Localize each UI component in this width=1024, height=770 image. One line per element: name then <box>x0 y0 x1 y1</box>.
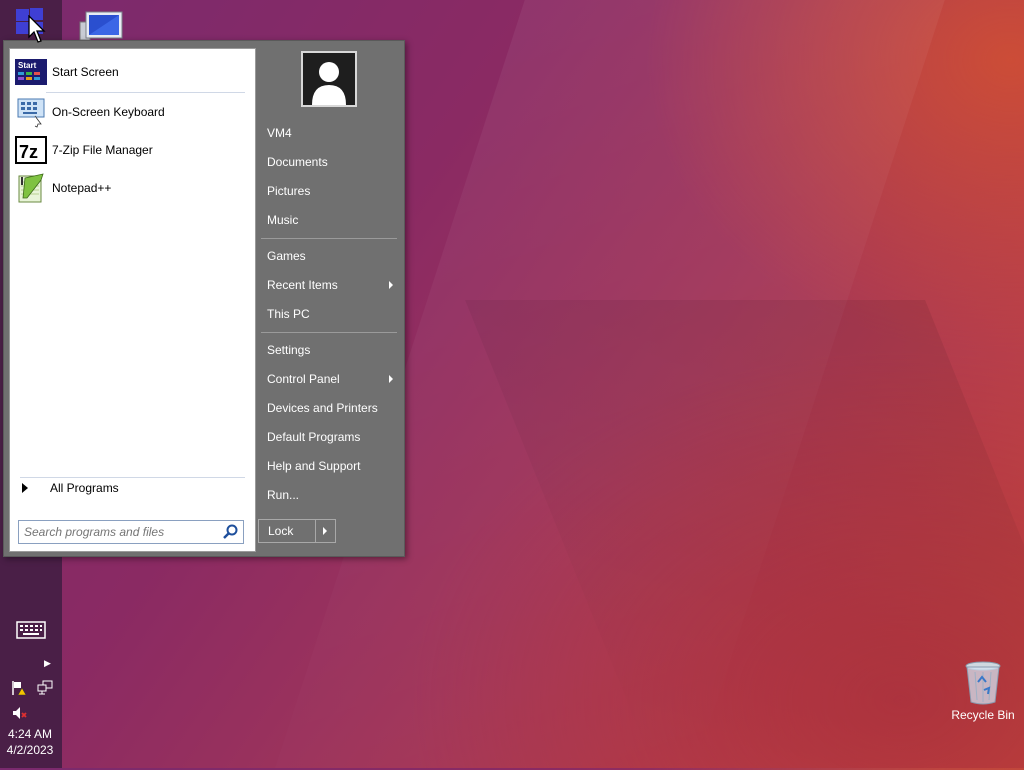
clock[interactable]: 4:24 AM 4/2/2023 <box>0 726 60 758</box>
menu-item-games[interactable]: Games <box>261 243 401 269</box>
network-icon[interactable] <box>37 680 53 696</box>
search-input[interactable] <box>19 524 222 540</box>
program-on-screen-keyboard[interactable]: On-Screen Keyboard <box>15 95 247 129</box>
show-hidden-icons-arrow-icon[interactable]: ▶ <box>44 658 51 669</box>
menu-item-label: Games <box>267 249 306 263</box>
menu-item-label: VM4 <box>267 126 292 140</box>
all-programs-button[interactable]: All Programs <box>22 481 119 495</box>
user-avatar[interactable] <box>301 51 357 107</box>
program-7zip[interactable]: 7z 7-Zip File Manager <box>15 133 247 167</box>
program-notepadpp[interactable]: Notepad++ <box>15 171 247 205</box>
menu-item-label: This PC <box>267 307 310 321</box>
submenu-arrow-icon <box>389 281 393 289</box>
program-label: On-Screen Keyboard <box>52 105 165 119</box>
divider <box>46 92 245 93</box>
divider <box>261 238 397 239</box>
menu-item-settings[interactable]: Settings <box>261 337 401 363</box>
mouse-cursor-icon <box>28 14 48 45</box>
programs-pane: Start Start Screen On-Screen Keyboard 7z… <box>9 48 256 552</box>
menu-item-label: Settings <box>267 343 311 357</box>
keyboard-icon <box>15 96 47 128</box>
program-label: 7-Zip File Manager <box>52 143 153 157</box>
notepadpp-icon <box>15 172 47 204</box>
menu-item-label: Pictures <box>267 184 311 198</box>
svg-text:Start: Start <box>18 61 37 70</box>
menu-item-music[interactable]: Music <box>261 207 401 233</box>
search-box[interactable] <box>18 520 244 544</box>
menu-item-recent-items[interactable]: Recent Items <box>261 272 401 298</box>
menu-item-label: Default Programs <box>267 430 361 444</box>
menu-item-label: Recent Items <box>267 278 338 292</box>
expand-arrow-icon <box>22 483 28 493</box>
program-label: Start Screen <box>52 65 119 79</box>
submenu-arrow-icon <box>389 375 393 383</box>
menu-item-label: Run... <box>267 488 300 502</box>
menu-item-label: Help and Support <box>267 459 361 473</box>
divider <box>261 332 397 333</box>
volume-muted-icon[interactable] <box>11 705 27 721</box>
menu-item-label: Music <box>267 213 299 227</box>
lock-button-main[interactable]: Lock <box>259 520 316 542</box>
menu-item-pictures[interactable]: Pictures <box>261 178 401 204</box>
touch-keyboard-icon[interactable] <box>16 621 46 639</box>
menu-item-this-pc[interactable]: This PC <box>261 301 401 327</box>
menu-item-label: Documents <box>267 155 328 169</box>
all-programs-label: All Programs <box>50 481 119 495</box>
menu-item-label: Devices and Printers <box>267 401 378 415</box>
start-screen-icon: Start <box>15 56 47 88</box>
recycle-bin-label: Recycle Bin <box>951 708 1015 722</box>
svg-text:7z: 7z <box>19 142 38 162</box>
menu-item-documents[interactable]: Documents <box>261 149 401 175</box>
menu-item-run[interactable]: Run... <box>261 482 401 508</box>
lock-label: Lock <box>268 524 294 538</box>
divider <box>20 477 245 478</box>
action-center-flag-icon[interactable] <box>11 680 27 696</box>
program-start-screen[interactable]: Start Start Screen <box>15 55 247 89</box>
program-label: Notepad++ <box>52 181 112 195</box>
this-pc-desktop-icon[interactable] <box>78 10 124 41</box>
recycle-bin[interactable]: Recycle Bin <box>946 660 1020 722</box>
menu-item-control-panel[interactable]: Control Panel <box>261 366 401 392</box>
menu-item-label: Control Panel <box>267 372 340 386</box>
recycle-bin-icon <box>964 660 1002 706</box>
menu-item-help-and-support[interactable]: Help and Support <box>261 453 401 479</box>
clock-time: 4:24 AM <box>7 727 53 741</box>
7zip-icon: 7z <box>15 134 47 166</box>
menu-item-default-programs[interactable]: Default Programs <box>261 424 401 450</box>
clock-date: 4/2/2023 <box>6 743 54 757</box>
search-icon[interactable] <box>222 523 240 541</box>
start-menu: Start Start Screen On-Screen Keyboard 7z… <box>3 40 405 557</box>
menu-item-devices-and-printers[interactable]: Devices and Printers <box>261 395 401 421</box>
shutdown-options-arrow-icon[interactable] <box>316 520 335 542</box>
menu-item-user-folder[interactable]: VM4 <box>261 120 401 146</box>
lock-button: Lock <box>258 519 336 543</box>
